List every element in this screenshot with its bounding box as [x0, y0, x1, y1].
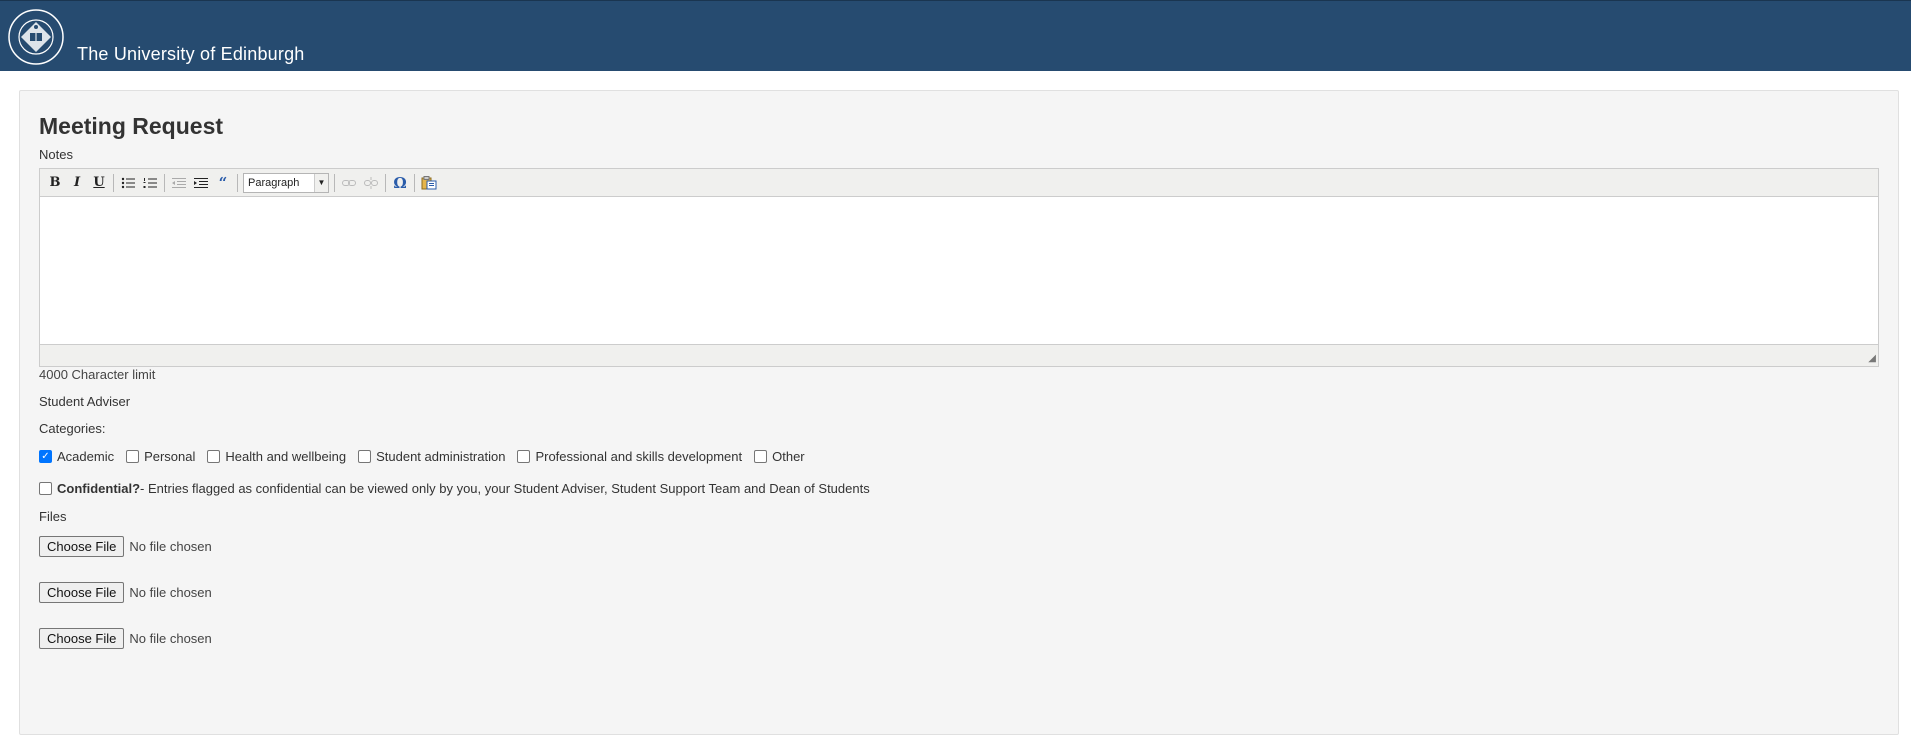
choose-file-button[interactable]: Choose File	[39, 628, 125, 649]
toolbar-separator	[385, 173, 386, 192]
categories-label: Categories:	[39, 421, 106, 436]
underline-button[interactable]: U	[88, 172, 110, 194]
choose-file-button[interactable]: Choose File	[39, 536, 125, 557]
file-input-3: Choose File No file chosen	[39, 628, 212, 649]
indent-icon[interactable]	[190, 172, 212, 194]
blockquote-icon[interactable]: “	[212, 172, 234, 194]
chevron-down-icon: ▼	[314, 173, 328, 192]
paste-from-word-icon[interactable]	[418, 172, 440, 194]
format-select[interactable]: Paragraph ▼	[243, 172, 329, 193]
confidential-label: Confidential?	[57, 481, 141, 496]
category-other-checkbox[interactable]	[754, 450, 768, 463]
toolbar-separator	[164, 173, 165, 192]
category-label: Health and wellbeing	[225, 449, 347, 464]
choose-file-button[interactable]: Choose File	[39, 582, 125, 603]
file-status-text: No file chosen	[129, 631, 212, 646]
resize-handle-icon[interactable]: ◢	[1868, 353, 1876, 364]
bullet-list-icon[interactable]	[117, 172, 139, 194]
category-label: Personal	[144, 449, 196, 464]
category-label: Professional and skills development	[535, 449, 743, 464]
file-status-text: No file chosen	[129, 539, 212, 554]
site-header: The University of Edinburgh	[0, 0, 1911, 71]
category-student-administration-checkbox[interactable]	[358, 450, 372, 463]
category-professional-skills[interactable]: Professional and skills development	[517, 449, 742, 464]
format-select-value: Paragraph	[248, 176, 300, 189]
editor-statusbar: ◢	[40, 344, 1878, 366]
italic-button[interactable]: I	[66, 172, 88, 194]
link-icon[interactable]	[338, 172, 360, 194]
category-other[interactable]: Other	[754, 449, 805, 464]
unlink-icon[interactable]	[360, 172, 382, 194]
categories-group: ✓ Academic Personal Health and wellbeing…	[39, 449, 817, 464]
file-input-2: Choose File No file chosen	[39, 582, 212, 603]
meeting-request-panel: Meeting Request Notes B I U “ Paragraph …	[19, 90, 1899, 735]
toolbar-separator	[414, 173, 415, 192]
notes-editor: B I U “ Paragraph ▼ Ω ◢	[39, 168, 1879, 367]
confidential-description: - Entries flagged as confidential can be…	[140, 481, 870, 496]
notes-textarea[interactable]	[40, 197, 1878, 344]
page-title: Meeting Request	[39, 113, 224, 139]
bold-button[interactable]: B	[44, 172, 66, 194]
category-health-wellbeing-checkbox[interactable]	[207, 450, 221, 463]
category-label: Academic	[57, 449, 115, 464]
editor-toolbar: B I U “ Paragraph ▼ Ω	[40, 169, 1878, 197]
category-label: Other	[772, 449, 805, 464]
confidential-option[interactable]: Confidential? - Entries flagged as confi…	[39, 481, 870, 496]
university-crest-icon[interactable]	[7, 8, 65, 66]
site-brand-name[interactable]: The University of Edinburgh	[77, 44, 305, 65]
toolbar-separator	[334, 173, 335, 192]
file-input-1: Choose File No file chosen	[39, 536, 212, 557]
file-status-text: No file chosen	[129, 585, 212, 600]
files-label: Files	[39, 509, 67, 524]
confidential-checkbox[interactable]	[39, 482, 52, 495]
category-personal[interactable]: Personal	[126, 449, 195, 464]
numbered-list-icon[interactable]	[139, 172, 161, 194]
category-label: Student administration	[376, 449, 506, 464]
character-limit-text: 4000 Character limit	[39, 367, 156, 382]
notes-label: Notes	[39, 147, 73, 162]
category-academic[interactable]: ✓ Academic	[39, 449, 114, 464]
category-professional-skills-checkbox[interactable]	[517, 450, 531, 463]
toolbar-separator	[237, 173, 238, 192]
category-academic-checkbox[interactable]: ✓	[39, 450, 52, 463]
category-personal-checkbox[interactable]	[126, 450, 140, 463]
outdent-icon[interactable]	[168, 172, 190, 194]
toolbar-separator	[113, 173, 114, 192]
student-adviser-label: Student Adviser	[39, 394, 131, 409]
category-student-administration[interactable]: Student administration	[358, 449, 505, 464]
category-health-wellbeing[interactable]: Health and wellbeing	[207, 449, 346, 464]
special-character-icon[interactable]: Ω	[389, 172, 411, 194]
